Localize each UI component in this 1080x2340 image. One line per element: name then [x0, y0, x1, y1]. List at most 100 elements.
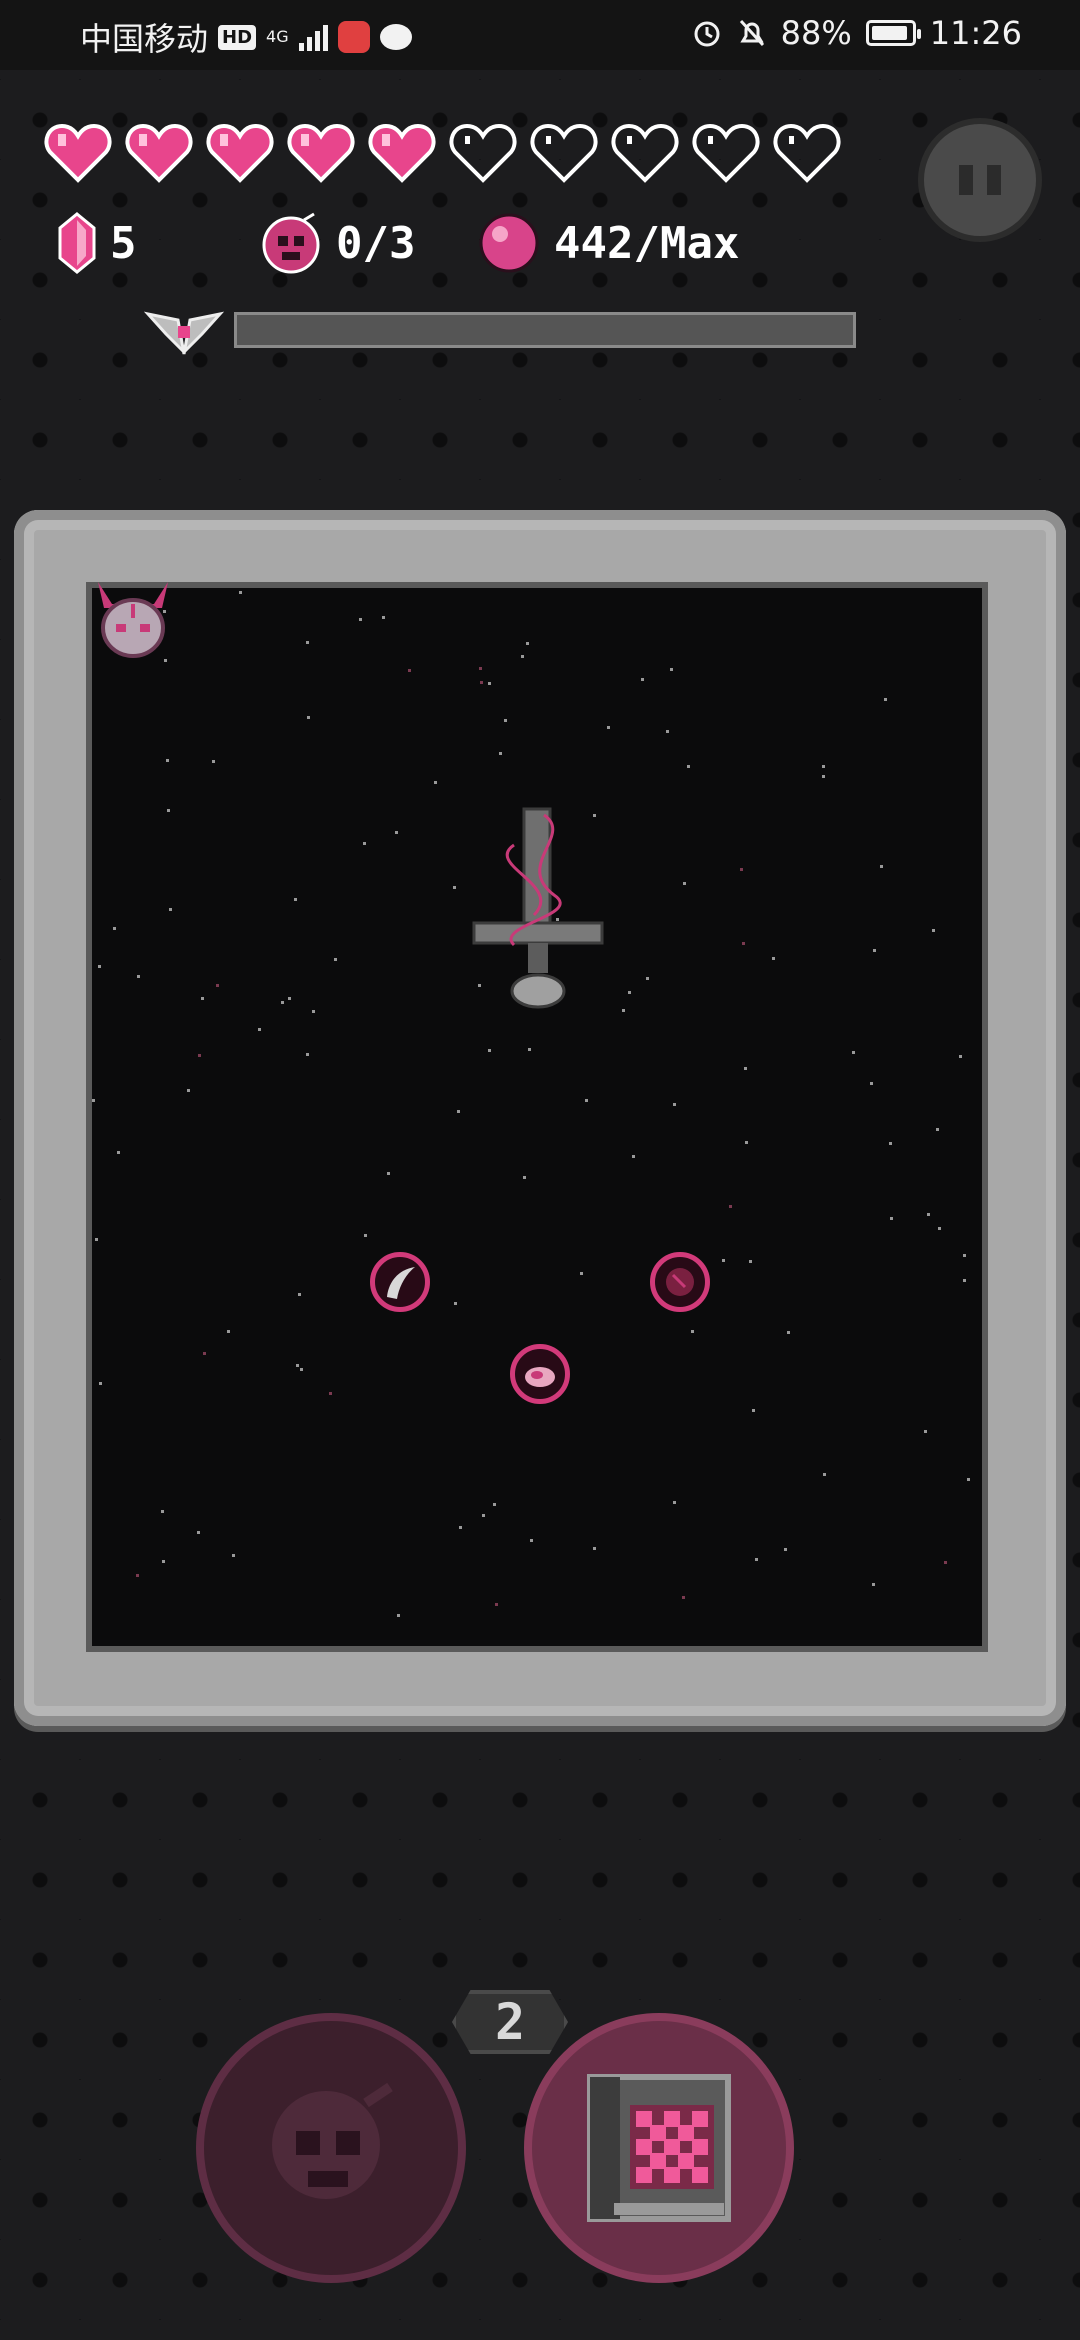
rune-chest-icon [587, 2074, 731, 2222]
star-speck [852, 1051, 855, 1054]
battery-percent: 88% [780, 14, 852, 52]
star-speck [784, 1548, 787, 1551]
pause-button[interactable] [918, 118, 1042, 242]
star-speck [306, 641, 309, 644]
star-speck [744, 1067, 747, 1070]
star-speck [113, 927, 116, 930]
huawei-app-icon [337, 21, 370, 53]
star-speck [742, 942, 745, 945]
star-speck [521, 655, 524, 658]
star-speck [227, 1330, 230, 1333]
star-speck [944, 1561, 947, 1564]
alarm-icon [694, 21, 720, 47]
star-speck [890, 1217, 893, 1220]
heart-empty-icon [773, 122, 841, 184]
star-speck [232, 1554, 235, 1557]
status-bar: 中国移动 HD 4G 88% 11:26 [0, 0, 1080, 70]
star-speck [646, 977, 649, 980]
boss-health [144, 300, 856, 360]
red-orb-pickup[interactable] [650, 1252, 710, 1312]
star-speck [880, 865, 883, 868]
meat-pickup[interactable] [510, 1344, 570, 1404]
pause-bar-left [959, 165, 973, 195]
heart-empty-icon [692, 122, 760, 184]
star-speck [281, 1001, 284, 1004]
star-speck [216, 984, 219, 987]
soul-orb-icon [479, 213, 539, 273]
skull-bomb-ability-button[interactable] [196, 2013, 466, 2283]
heart-empty-icon [611, 122, 679, 184]
star-speck [258, 1028, 261, 1031]
star-speck [967, 1478, 970, 1481]
star-speck [504, 719, 507, 722]
star-speck [99, 1382, 102, 1385]
skull-bomb-icon [262, 212, 320, 274]
horn-pickup[interactable] [370, 1252, 430, 1312]
star-speck [382, 616, 385, 619]
star-speck [459, 1526, 462, 1529]
heart-empty-icon [449, 122, 517, 184]
star-speck [927, 1213, 930, 1216]
rune-chest-ability-button[interactable] [524, 2013, 794, 2283]
star-speck [300, 1368, 303, 1371]
star-speck [187, 1089, 190, 1092]
star-speck [136, 1574, 139, 1577]
star-speck [729, 1205, 732, 1208]
soul-counter: 442/Max [478, 212, 739, 274]
star-speck [198, 1054, 201, 1057]
gem-counter: 5 [58, 212, 137, 274]
pause-bar-right [987, 165, 1001, 195]
star-speck [307, 716, 310, 719]
star-speck [167, 809, 170, 812]
star-speck [959, 1055, 962, 1058]
star-speck [932, 929, 935, 932]
heart-full-icon [44, 122, 112, 184]
star-speck [963, 1254, 966, 1257]
star-speck [161, 1510, 164, 1513]
star-speck [212, 760, 215, 763]
star-speck [822, 775, 825, 778]
star-speck [488, 1049, 491, 1052]
star-speck [593, 1547, 596, 1550]
player-character [98, 582, 168, 658]
star-speck [752, 1409, 755, 1412]
star-speck [306, 1053, 309, 1056]
star-speck [454, 1302, 457, 1305]
star-speck [499, 752, 502, 755]
star-speck [294, 898, 297, 901]
star-speck [823, 1473, 826, 1476]
star-speck [526, 642, 529, 645]
star-speck [585, 1099, 588, 1102]
cursed-sword-boss [472, 807, 604, 1009]
star-speck [641, 678, 644, 681]
star-speck [95, 1238, 98, 1241]
star-speck [359, 618, 362, 621]
star-speck [457, 1110, 460, 1113]
star-speck [495, 1603, 498, 1606]
star-speck [749, 1260, 752, 1263]
star-speck [691, 1330, 694, 1333]
skull-icon [272, 2082, 393, 2199]
gem-count: 5 [110, 217, 137, 269]
horn-icon [387, 1267, 415, 1299]
star-speck [673, 1501, 676, 1504]
gem-icon [58, 212, 96, 274]
bomb-count: 0/3 [336, 217, 416, 269]
star-speck [670, 668, 673, 671]
star-speck [682, 1596, 685, 1599]
heart-full-icon [368, 122, 436, 184]
boss-health-bar [234, 312, 856, 348]
hd-badge: HD [218, 24, 257, 50]
star-speck [872, 1583, 875, 1586]
signal-icon [298, 23, 328, 51]
battery-icon [865, 20, 921, 46]
star-speck [628, 991, 631, 994]
star-speck [873, 949, 876, 952]
star-speck [683, 882, 686, 885]
star-speck [117, 1151, 120, 1154]
star-speck [687, 765, 690, 768]
star-speck [924, 1430, 927, 1433]
star-speck [166, 759, 169, 762]
star-speck [98, 965, 101, 968]
star-speck [169, 908, 172, 911]
